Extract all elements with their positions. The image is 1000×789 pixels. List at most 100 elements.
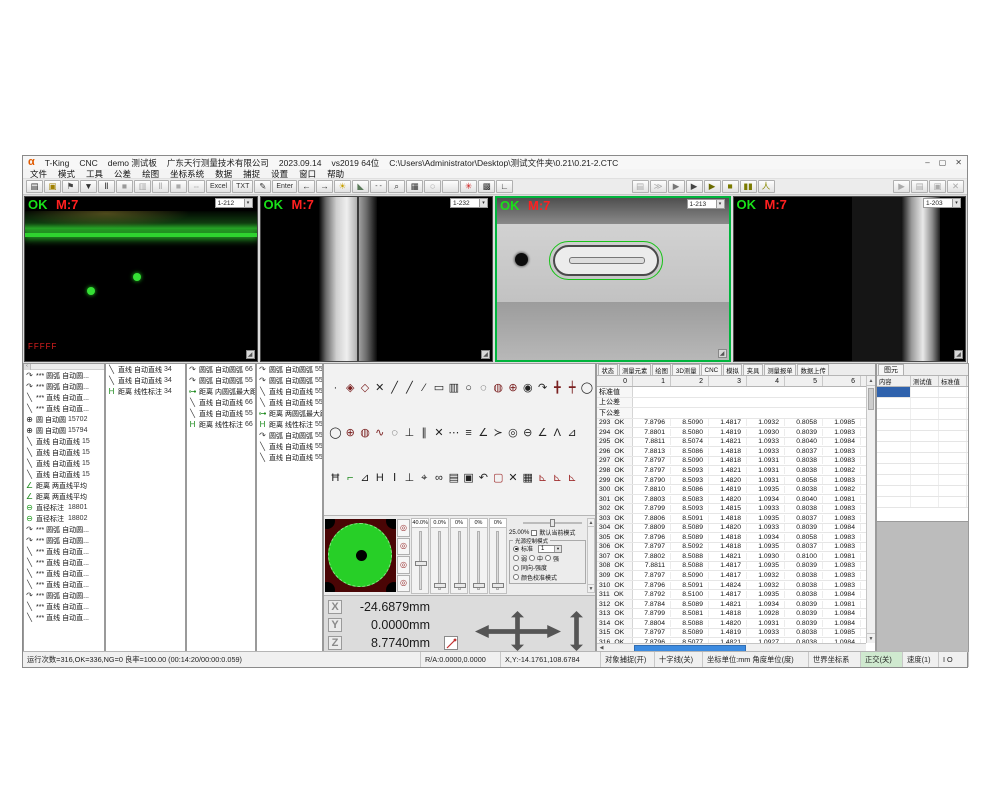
list-item[interactable]: ╲直线自动直线15 [24, 458, 104, 469]
chart-button[interactable]: ∟ [496, 180, 513, 193]
list-item[interactable]: ↷*** 圆弧自动圆... [24, 535, 104, 546]
list-item[interactable]: ╲*** 直线自动直... [24, 403, 104, 414]
list-item[interactable]: ↷圆弧自动圆弧66 [187, 364, 255, 375]
qr-button[interactable]: ▩ [478, 180, 495, 193]
table-row[interactable]: 315OK7.87978.50891.48191.09330.80381.098… [597, 629, 866, 639]
tool-target-cross-icon[interactable]: ╋ [550, 381, 565, 396]
pause-button[interactable]: ▮▮ [740, 180, 757, 193]
coord-2-icon[interactable]: ⊾ [550, 471, 565, 486]
step-button[interactable]: ▶ [704, 180, 721, 193]
table-row[interactable]: 305OK7.87968.50891.48181.09340.80581.098… [597, 533, 866, 543]
z-axis-button[interactable]: Z [328, 636, 342, 650]
tool-circle-dashed-icon[interactable]: ◌ [476, 381, 491, 396]
camera-view-2[interactable]: OK M:7 1-232 ▾ ◢ [260, 196, 494, 362]
tool-circle-open-icon[interactable]: ◌ [387, 426, 402, 441]
slider-thumb[interactable] [473, 583, 485, 588]
element-row[interactable] [877, 442, 968, 453]
blank-button[interactable] [442, 180, 459, 193]
tool-circle-icon[interactable]: ○ [461, 381, 476, 396]
default-mode-checkbox[interactable] [531, 530, 537, 536]
dim-horizontal-icon[interactable]: Ħ [328, 471, 343, 486]
table-row-special[interactable]: 标准值 [597, 387, 866, 398]
star-button[interactable]: ✳ [460, 180, 477, 193]
tool-line-2-icon[interactable]: ╱ [402, 381, 417, 396]
list-item[interactable]: ╲*** 直线自动直... [24, 557, 104, 568]
color-calibration-radio[interactable] [513, 574, 519, 580]
camera-view-3-selected[interactable]: OK M:7 1-213 ▾ ◢ [495, 196, 731, 362]
stop-button[interactable]: ■ [722, 180, 739, 193]
scroll-down-icon[interactable]: ▼ [867, 633, 875, 643]
tab-4[interactable]: 3D测量 [672, 364, 700, 375]
tool-ellipse-2-icon[interactable]: ◯ [328, 426, 343, 441]
camera3-select[interactable]: 1-213 ▾ [687, 199, 725, 209]
dim-ibeam-icon[interactable]: Ⅰ [387, 471, 402, 486]
list-item[interactable]: ╲直线自动直线55 [257, 441, 322, 452]
element-row[interactable] [877, 475, 968, 486]
tool-intersect-icon[interactable]: ✕ [432, 426, 447, 441]
master-slider-thumb[interactable] [550, 519, 555, 527]
arrow-right-button[interactable]: → [316, 180, 333, 193]
sync-intensity-radio[interactable] [513, 565, 519, 571]
list-item[interactable]: ╲*** 直线自动直... [24, 546, 104, 557]
element-row[interactable] [877, 497, 968, 508]
table-row[interactable]: 310OK7.87968.50911.48241.09320.80381.098… [597, 581, 866, 591]
table-row-special[interactable]: 下公差 [597, 408, 866, 419]
list-item[interactable]: ╲直线自动直线15 [24, 447, 104, 458]
diagonal-move-button[interactable] [444, 636, 458, 650]
tab-5[interactable]: CNC [701, 364, 722, 375]
dim-angle-icon[interactable]: ⊿ [358, 471, 373, 486]
menu-item-6[interactable]: 坐标系统 [170, 168, 204, 180]
tool-grid-icon[interactable]: ▦ [520, 471, 535, 486]
x-axis-button[interactable]: X [328, 600, 342, 614]
tool-cross-lines-icon[interactable]: ✕ [372, 381, 387, 396]
table-row[interactable]: 300OK7.88108.50861.48191.09350.80381.098… [597, 485, 866, 495]
light-slider-3[interactable]: 0% [450, 518, 468, 594]
results-vertical-scrollbar[interactable]: ▲ ▼ [866, 376, 875, 643]
table-row[interactable]: 295OK7.88118.50741.48211.09330.80401.098… [597, 438, 866, 448]
tab-element[interactable]: 图元 [878, 364, 904, 375]
caliper-button[interactable]: Ⅱ [98, 180, 115, 193]
tool-copy-icon[interactable]: ▣ [461, 471, 476, 486]
camera2-resize-grip[interactable]: ◢ [481, 350, 490, 359]
medium-mode-radio[interactable] [529, 555, 535, 561]
tool-target-cross-2-icon[interactable]: ┿ [565, 381, 580, 396]
light-slider-1[interactable]: 40.0% [411, 518, 429, 594]
camera-view-4[interactable]: OK M:7 1-203 ▾ ◢ [733, 196, 967, 362]
arrow-left-button[interactable]: ← [298, 180, 315, 193]
ring-segment-button-2[interactable]: ◎ [397, 538, 410, 556]
menu-item-7[interactable]: 数据 [215, 168, 232, 180]
tab-7[interactable]: 夹具 [743, 364, 763, 375]
ring-segment-button-3[interactable]: ◎ [397, 556, 410, 574]
light-button[interactable]: ☀ [334, 180, 351, 193]
element-row[interactable] [877, 453, 968, 464]
tab-2[interactable]: 测量元素 [619, 364, 651, 375]
open-project-button[interactable]: ▣ [44, 180, 61, 193]
tool-frame-icon[interactable]: ▢ [491, 471, 506, 486]
pattern-button[interactable]: ▦ [406, 180, 423, 193]
xy-jog-pad[interactable] [475, 612, 561, 650]
list-item[interactable]: ╲直线自动直线15 [24, 469, 104, 480]
tool-perpendicular-icon[interactable]: ⊥ [402, 426, 417, 441]
list-item[interactable]: H距离线性标注55 [257, 419, 322, 430]
ring-segment-button-4[interactable]: ◎ [397, 575, 410, 593]
list-item[interactable]: ↷圆弧自动圆弧55 [257, 375, 322, 386]
menu-item-5[interactable]: 绘图 [142, 168, 159, 180]
tool-parallel-icon[interactable]: ∥ [417, 426, 432, 441]
new-file-button[interactable]: ▤ [26, 180, 43, 193]
table-row[interactable]: 296OK7.88138.50861.48181.09330.80371.098… [597, 447, 866, 457]
tab-3[interactable]: 绘图 [652, 364, 672, 375]
tool-converge-icon[interactable]: ≻ [491, 426, 506, 441]
element-row[interactable] [877, 398, 968, 409]
tool-multiline-icon[interactable]: ≡ [461, 426, 476, 441]
list-item[interactable]: ╲*** 直线自动直... [24, 579, 104, 590]
tab-9[interactable]: 数据上传 [797, 364, 829, 375]
tool-ellipse-icon[interactable]: ◯ [580, 381, 595, 396]
tool-line-3-icon[interactable]: ⁄ [417, 381, 432, 396]
list-item[interactable]: ╲直线自动直线55 [257, 386, 322, 397]
table-row-special[interactable]: 上公差 [597, 398, 866, 409]
tool-angle-2-icon[interactable]: ∠ [535, 426, 550, 441]
maximize-button[interactable]: ▢ [939, 158, 947, 167]
dash-button[interactable]: - - [370, 180, 387, 193]
tool-circle-hatch-icon[interactable]: ◍ [491, 381, 506, 396]
dim-key-icon[interactable]: ⌐ [343, 471, 358, 486]
